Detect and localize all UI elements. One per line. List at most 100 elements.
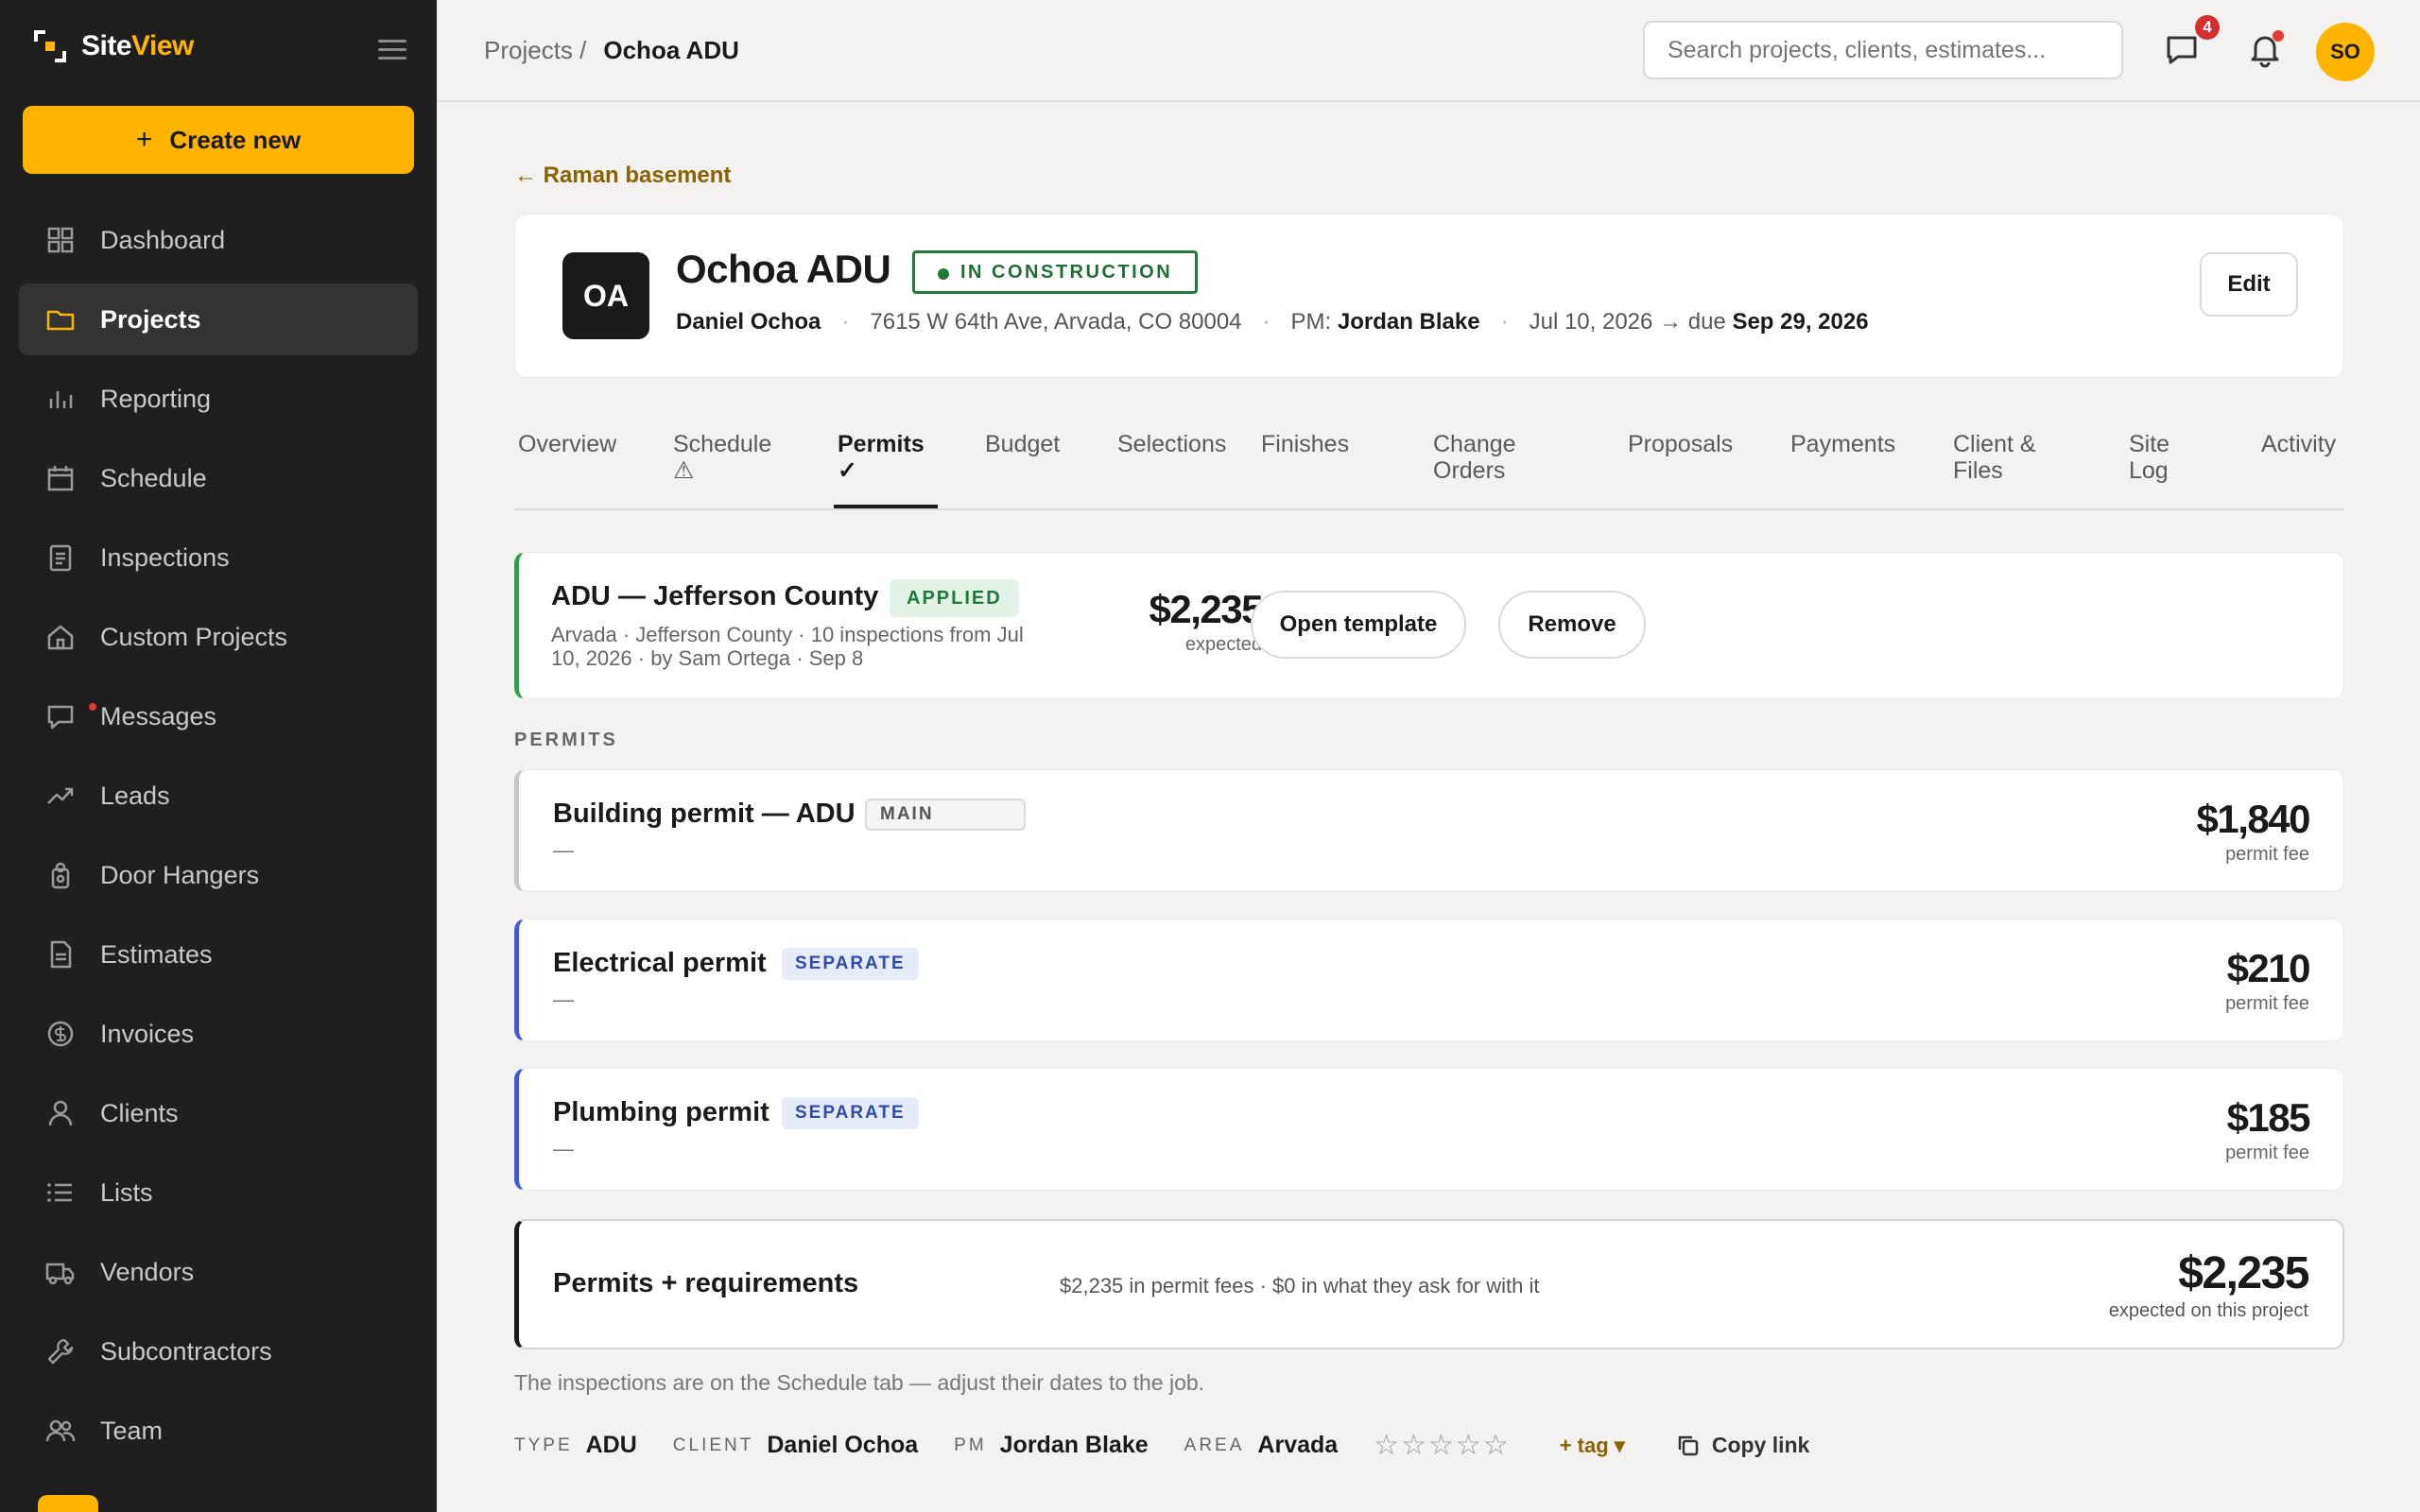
breadcrumb-projects[interactable]: Projects / — [484, 36, 586, 64]
open-template-button[interactable]: Open template — [1251, 591, 1466, 659]
rating-stars[interactable]: ☆☆☆☆☆ — [1374, 1429, 1511, 1462]
pm-value: Jordan Blake — [999, 1432, 1149, 1458]
folder-icon — [45, 304, 76, 335]
avatar[interactable]: SO — [2316, 23, 2375, 81]
remove-template-button[interactable]: Remove — [1498, 591, 1646, 659]
sidebar-item-invoices[interactable]: Invoices — [19, 998, 418, 1070]
sidebar-footer-button[interactable] — [38, 1495, 98, 1512]
search-input[interactable] — [1643, 21, 2123, 79]
pm-label: PM — [954, 1435, 987, 1455]
sidebar-item-label: Subcontractors — [100, 1336, 272, 1366]
unread-dot — [87, 701, 98, 713]
notification-dot — [2273, 30, 2284, 42]
calendar-icon — [45, 463, 76, 493]
sidebar-item-inspections[interactable]: Inspections — [19, 522, 418, 593]
total-amount-label: expected on this project — [2108, 1300, 2308, 1321]
project-attributes: TYPE ADU CLIENT Daniel Ochoa PM Jordan B… — [514, 1429, 1809, 1462]
tab-change-orders[interactable]: Change Orders — [1433, 431, 1516, 484]
sidebar-item-dashboard[interactable]: Dashboard — [19, 204, 418, 276]
sidebar-item-reporting[interactable]: Reporting — [19, 363, 418, 435]
sidebar-item-label: Vendors — [100, 1257, 195, 1286]
meta-separator: · — [1262, 309, 1270, 335]
tab-selections[interactable]: Selections — [1117, 431, 1226, 457]
active-tab-indicator — [834, 505, 938, 508]
create-new-button[interactable]: + Create new — [23, 106, 414, 174]
project-pm: PM: Jordan Blake — [1290, 309, 1480, 335]
project-client[interactable]: Daniel Ochoa — [676, 309, 821, 335]
template-status-badge: APPLIED — [890, 579, 1019, 617]
permit-fee: $1,840 — [2196, 797, 2311, 841]
tab-budget[interactable]: Budget — [985, 431, 1060, 457]
permit-type-badge: MAIN — [865, 799, 1026, 831]
document-icon — [45, 939, 76, 970]
star-icon[interactable]: ☆ — [1483, 1430, 1511, 1461]
copy-link-button[interactable]: Copy link — [1676, 1433, 1809, 1458]
user-icon — [45, 1098, 76, 1128]
clipboard-icon — [45, 542, 76, 573]
star-icon[interactable]: ☆ — [1401, 1430, 1428, 1461]
sidebar-item-custom-projects[interactable]: Custom Projects — [19, 601, 418, 673]
tab-payments[interactable]: Payments — [1790, 431, 1895, 457]
template-amount: $2,235 — [1149, 587, 1264, 631]
tab-activity[interactable]: Activity — [2261, 431, 2336, 457]
project-header-card: OA Ochoa ADU IN CONSTRUCTION Daniel Ocho… — [514, 214, 2344, 378]
sidebar-item-label: Inspections — [100, 542, 230, 572]
dollar-circle-icon — [45, 1019, 76, 1049]
sidebar-item-label: Estimates — [100, 939, 213, 969]
tab-label: Payments — [1790, 431, 1896, 457]
sidebar-item-team[interactable]: Team — [19, 1395, 418, 1467]
bar-chart-icon — [45, 384, 76, 414]
permit-template-card: ADU — Jefferson County APPLIED Arvada · … — [514, 552, 2344, 699]
copy-icon — [1678, 1435, 1699, 1455]
message-icon — [45, 701, 76, 731]
sidebar-item-clients[interactable]: Clients — [19, 1077, 418, 1149]
project-address: 7615 W 64th Ave, Arvada, CO 80004 — [870, 309, 1242, 335]
type-value: ADU — [585, 1432, 637, 1458]
app-logo[interactable]: SiteView — [32, 28, 194, 64]
sidebar-item-schedule[interactable]: Schedule — [19, 442, 418, 514]
star-icon[interactable]: ☆ — [1456, 1430, 1483, 1461]
permit-detail: — — [553, 1137, 574, 1160]
users-icon — [45, 1416, 76, 1446]
star-icon[interactable]: ☆ — [1374, 1430, 1401, 1461]
tab-schedule[interactable]: Schedule ⚠ — [673, 431, 771, 484]
permit-fee: $185 — [2226, 1095, 2311, 1140]
total-breakdown: $2,235 in permit fees · $0 in what they … — [1060, 1274, 1540, 1297]
tab-sublabel: Files — [1953, 457, 2003, 484]
area-value: Arvada — [1257, 1432, 1339, 1458]
tab-label: Client & — [1953, 431, 2036, 457]
tab-permits[interactable]: Permits ✓ — [838, 431, 925, 484]
tab-finishes[interactable]: Finishes — [1261, 431, 1349, 457]
permit-card[interactable]: Building permit — ADU MAIN — $1,840 permit f… — [514, 769, 2344, 892]
sidebar-item-projects[interactable]: Projects — [19, 284, 418, 355]
tab-overview[interactable]: Overview — [518, 431, 616, 457]
sidebar-item-label: Lists — [100, 1177, 153, 1207]
sidebar-item-vendors[interactable]: Vendors — [19, 1236, 418, 1308]
client-value[interactable]: Daniel Ochoa — [767, 1432, 918, 1459]
breadcrumb: Projects / Ochoa ADU — [484, 36, 739, 65]
menu-icon[interactable] — [378, 40, 406, 65]
tab-proposals[interactable]: Proposals — [1628, 431, 1733, 457]
permits-total-card: Permits + requirements $2,235 in permit … — [514, 1219, 2344, 1349]
sidebar-item-label: Leads — [100, 781, 170, 810]
tab-site-log[interactable]: Site Log — [2129, 431, 2169, 484]
door-hanger-icon — [45, 860, 76, 890]
sidebar-item-leads[interactable]: Leads — [19, 760, 418, 832]
add-tag-button[interactable]: + tag ▾ — [1560, 1434, 1625, 1458]
tab-client-files[interactable]: Client & Files — [1953, 431, 2036, 484]
sidebar-item-messages[interactable]: Messages — [19, 680, 418, 752]
sidebar-item-lists[interactable]: Lists — [19, 1157, 418, 1228]
star-icon[interactable]: ☆ — [1428, 1430, 1456, 1461]
sidebar-item-door-hangers[interactable]: Door Hangers — [19, 839, 418, 911]
back-link[interactable]: ← Raman basement — [514, 163, 731, 189]
tab-sublabel: Orders — [1433, 457, 1506, 484]
permit-card[interactable]: Electrical permit SEPARATE — $210 permit fee — [514, 919, 2344, 1041]
edit-button[interactable]: Edit — [2200, 252, 2298, 317]
permit-card[interactable]: Plumbing permit SEPARATE — $185 permit fee — [514, 1068, 2344, 1191]
messages-icon[interactable] — [2163, 30, 2201, 68]
tab-sublabel: Log — [2129, 457, 2169, 484]
sidebar-item-estimates[interactable]: Estimates — [19, 919, 418, 990]
permit-fee-label: permit fee — [2225, 1143, 2309, 1163]
permit-type-badge: SEPARATE — [782, 1097, 919, 1129]
sidebar-item-subcontractors[interactable]: Subcontractors — [19, 1315, 418, 1387]
